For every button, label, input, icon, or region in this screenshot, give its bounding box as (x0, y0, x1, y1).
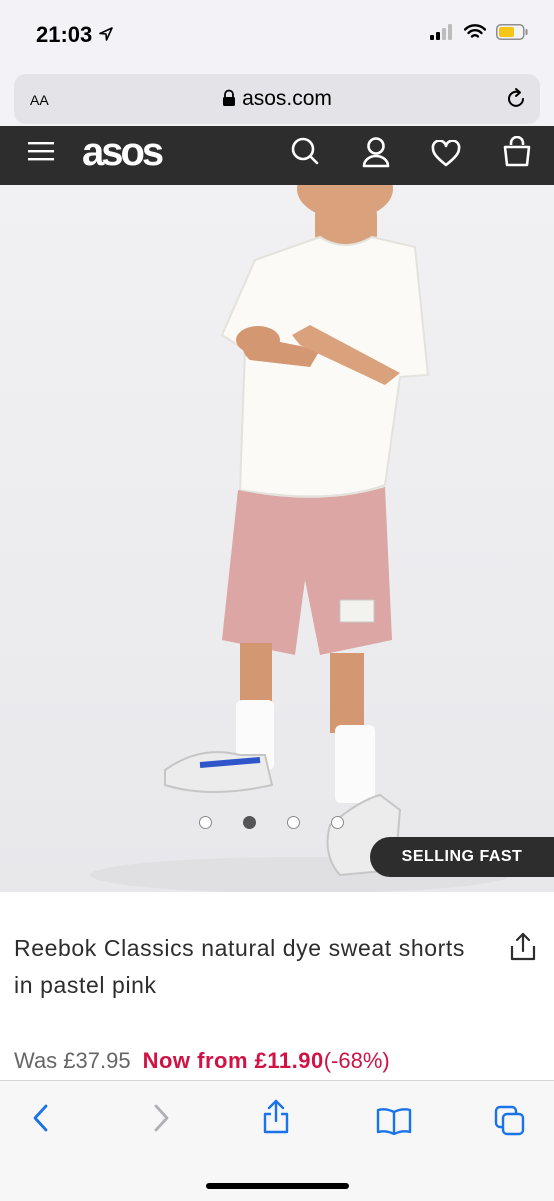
back-icon[interactable] (30, 1103, 52, 1133)
bookmarks-icon[interactable] (376, 1107, 412, 1135)
carousel-dot[interactable] (331, 816, 344, 829)
carousel-dot[interactable] (287, 816, 300, 829)
home-indicator (206, 1183, 349, 1189)
lock-icon (223, 89, 236, 106)
asos-logo[interactable]: asos (82, 130, 164, 175)
share-icon[interactable] (510, 932, 536, 962)
carousel-dot-active[interactable] (243, 816, 256, 829)
selling-fast-badge: SELLING FAST (370, 837, 554, 877)
price-discount: (-68%) (323, 1048, 390, 1073)
status-indicators (430, 24, 528, 40)
status-bar: 21:03 (0, 0, 554, 70)
product-image[interactable]: SELLING FAST (0, 185, 554, 892)
site-header: asos (0, 126, 554, 185)
wifi-icon (464, 24, 486, 38)
product-photo-illustration (90, 185, 510, 892)
bag-icon[interactable] (502, 136, 532, 168)
account-icon[interactable] (362, 136, 390, 168)
price-now: Now from £11.90 (142, 1048, 324, 1073)
reload-icon[interactable] (504, 86, 528, 110)
price-row: Was £37.95 Now from £11.90(-68%) (14, 1048, 390, 1074)
forward-icon[interactable] (150, 1103, 172, 1133)
menu-icon[interactable] (28, 140, 56, 164)
tabs-icon[interactable] (494, 1105, 526, 1137)
carousel-dot[interactable] (199, 816, 212, 829)
heart-icon[interactable] (431, 140, 461, 168)
address-bar[interactable]: AA asos.com (14, 74, 540, 124)
share-icon[interactable] (262, 1099, 290, 1135)
search-icon[interactable] (290, 136, 320, 168)
battery-icon (496, 24, 528, 40)
price-was: Was £37.95 (14, 1048, 131, 1073)
product-title: Reebok Classics natural dye sweat shorts… (14, 935, 465, 998)
status-time: 21:03 (36, 22, 93, 47)
url-display[interactable]: asos.com (14, 87, 540, 111)
signal-icon (430, 24, 452, 40)
url-domain: asos.com (242, 87, 332, 110)
carousel-dots (199, 816, 344, 829)
location-arrow-icon (99, 27, 113, 41)
